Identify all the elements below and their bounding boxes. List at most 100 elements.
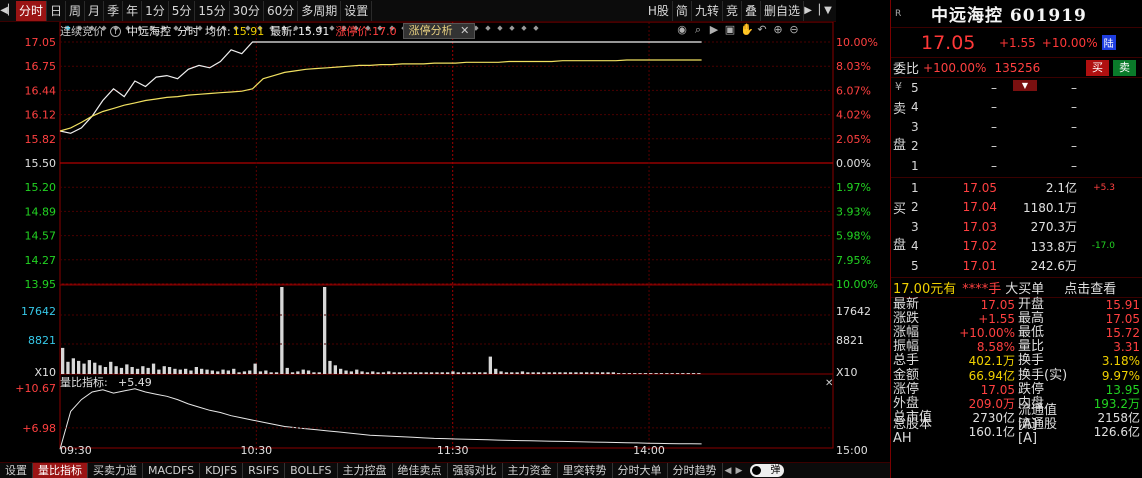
period-tab[interactable]: 60分 <box>264 0 299 21</box>
volume-bar <box>178 369 182 374</box>
indicator-tab[interactable]: 里突转势 <box>558 462 613 478</box>
period-tab[interactable]: 季 <box>104 0 124 21</box>
indicator-tab[interactable]: 主力资金 <box>503 462 558 478</box>
next-arrow-icon[interactable]: ▶▕ <box>804 5 820 16</box>
indicator-tab[interactable]: 量比指标 <box>33 462 88 478</box>
chevron-down-icon[interactable]: ▼ <box>820 5 836 16</box>
pct-tick-label: 0.00% <box>836 157 871 170</box>
indicator-tab[interactable]: RSIFS <box>243 462 286 478</box>
volume-bar <box>226 370 230 374</box>
volume-bar <box>200 368 204 374</box>
period-tab[interactable]: 15分 <box>195 0 230 21</box>
indicator-tab[interactable]: 主力控盘 <box>338 462 393 478</box>
tool-button[interactable]: 九转 <box>692 0 723 21</box>
stat-label: 最高 <box>1018 311 1045 327</box>
chevron-left-icon[interactable]: ◀ <box>723 466 734 476</box>
info-icon[interactable]: i <box>110 25 121 37</box>
buy-level-row[interactable]: 3 17.03 270.3万 <box>891 217 1142 237</box>
buy-level-row[interactable]: 5 17.01 242.6万 <box>891 256 1142 276</box>
period-tab[interactable]: 日 <box>47 0 67 21</box>
prev-arrow-icon[interactable]: ◀▏ <box>0 5 16 16</box>
play-icon[interactable]: ▶ <box>708 23 720 37</box>
volume-bar <box>563 372 567 374</box>
buy-button[interactable]: 买 <box>1086 59 1109 76</box>
volume-bar <box>606 372 610 374</box>
volume-bar <box>371 371 375 374</box>
tool-button[interactable]: 简 <box>673 0 692 21</box>
volume-bar <box>221 369 225 374</box>
level-volume: 2.1亿 <box>1045 181 1077 196</box>
stat-value: 2158亿 <box>1097 410 1140 425</box>
indicator-tab[interactable]: 分时大单 <box>613 462 668 478</box>
indicator-tab[interactable]: BOLLFS <box>285 462 338 478</box>
volume-bar <box>531 372 535 374</box>
buy-level-row[interactable]: 4 17.02 133.8万 -17.0 <box>891 237 1142 257</box>
indicator-tab[interactable]: 强弱对比 <box>448 462 503 478</box>
tool-button[interactable]: 竞 <box>723 0 742 21</box>
collapse-arrow-icon[interactable]: ▼ <box>1013 80 1037 91</box>
period-tab[interactable]: 月 <box>85 0 105 21</box>
close-icon[interactable]: ✕ <box>825 378 833 389</box>
volume-bar <box>365 372 370 374</box>
chevron-right-icon[interactable]: ▶ <box>733 466 744 476</box>
sell-level-row[interactable]: 4 – – <box>891 98 1142 118</box>
stat-label: 流通股[A] <box>1018 416 1058 446</box>
volume-bar <box>638 373 642 374</box>
popup-toggle[interactable]: 弹 <box>750 464 785 477</box>
sell-level-row[interactable]: 1 – – <box>891 156 1142 176</box>
period-tab[interactable]: 分时 <box>16 0 48 21</box>
indicator-tab[interactable]: 设置 <box>0 462 33 478</box>
volume-bar <box>590 372 594 374</box>
period-tab[interactable]: 30分 <box>230 0 264 21</box>
tool-button[interactable]: 叠 <box>742 0 761 21</box>
volume-bar <box>601 372 605 374</box>
indicator-tab[interactable]: 分时趋势 <box>668 462 723 478</box>
time-tick-label: 15:00 <box>836 444 868 457</box>
connect-badge: 陆 <box>1101 35 1116 50</box>
sell-label-1: 卖 <box>893 102 907 117</box>
indicator-tab[interactable]: 绝佳卖点 <box>393 462 448 478</box>
volume-bar <box>552 372 557 374</box>
period-tab[interactable]: 1分 <box>142 0 169 21</box>
indicator-tab[interactable]: MACDFS <box>143 462 201 478</box>
stat-label: 外盘 <box>893 395 920 411</box>
search-icon[interactable]: ⌕ <box>692 23 704 37</box>
price-tick-label: 16.44 <box>25 84 57 97</box>
note-link[interactable]: 点击查看 <box>1064 278 1116 297</box>
sell-level-row[interactable]: 2 – – <box>891 137 1142 157</box>
level-price: 17.01 <box>962 258 997 273</box>
big-order-note[interactable]: 17.00元有 ****手 大买单 点击查看 <box>891 278 1142 298</box>
volume-bar <box>408 372 412 374</box>
sell-button[interactable]: 卖 <box>1113 59 1136 76</box>
volume-bar <box>248 370 252 374</box>
period-tab[interactable]: 多周期 <box>298 0 342 21</box>
period-tab[interactable]: 5分 <box>169 0 196 21</box>
eye-icon[interactable]: ◉ <box>676 23 688 37</box>
indicator-tab[interactable]: 买卖力道 <box>88 462 143 478</box>
zoom-in-icon[interactable]: ⊕ <box>772 23 784 37</box>
period-tab[interactable]: 周 <box>66 0 86 21</box>
stats-row: 总手 402.1万 换手 3.18% <box>891 354 1142 369</box>
stock-name: 中远海控 <box>127 25 171 38</box>
indicator-line <box>59 388 702 450</box>
lock-icon[interactable]: ▣ <box>724 23 736 37</box>
volume-bar <box>429 372 434 374</box>
zoom-out-icon[interactable]: ⊖ <box>788 23 800 37</box>
price-tick-label: 15.50 <box>25 157 57 170</box>
tool-button[interactable]: 删自选 <box>761 0 804 21</box>
tool-button[interactable]: H股 <box>645 0 673 21</box>
volume-tick-label: 17642 <box>21 305 56 318</box>
hand-icon[interactable]: ✋ <box>740 23 754 37</box>
buy-level-row[interactable]: 2 17.04 1180.1万 <box>891 198 1142 218</box>
undo-icon[interactable]: ↶ <box>756 23 768 37</box>
chart-tools: ◉ ⌕ ▶ ▣ ✋ ↶ ⊕ ⊖ <box>676 23 800 37</box>
limit-analysis-tag[interactable]: 涨停分析 ✕ <box>402 23 476 39</box>
period-tab[interactable]: 年 <box>123 0 143 21</box>
buy-level-row[interactable]: 1 17.05 2.1亿 +5.3 <box>891 178 1142 198</box>
close-icon[interactable]: ✕ <box>460 24 469 37</box>
indicator-tab[interactable]: KDJFS <box>200 462 244 478</box>
volume-bar <box>285 367 289 374</box>
period-tab[interactable]: 设置 <box>341 0 373 21</box>
sell-level-row[interactable]: 3 – – <box>891 117 1142 137</box>
order-ratio-label: 委比 <box>893 62 920 77</box>
